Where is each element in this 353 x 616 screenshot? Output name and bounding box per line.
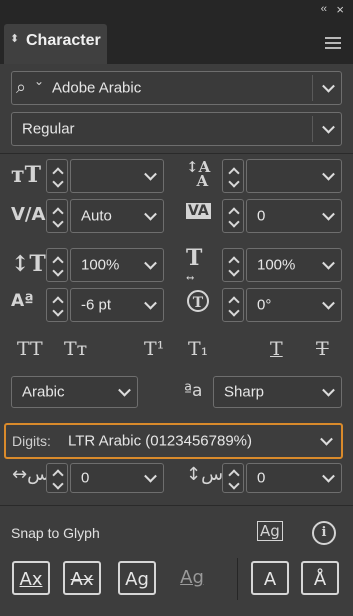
superscript-icon[interactable]: T¹ [144,338,164,360]
search-icon: ⌕ [16,77,27,98]
close-panel-icon[interactable]: × [336,2,344,17]
digits-dropdown[interactable]: LTR Arabic (0123456789%) [60,426,339,456]
antialiasing-icon: ªa [184,381,203,401]
diacritic-x-value: 0 [81,469,90,487]
search-options-chevron-icon[interactable]: ⌄ [34,74,44,88]
panel-menu-icon[interactable] [325,37,341,52]
chevron-down-icon [322,79,335,93]
chevron-down-icon [320,432,333,446]
chevron-down-icon [322,167,335,181]
chevron-down-icon [322,207,335,221]
diacritic-x-position-icon: ↔س [12,464,50,485]
baseline-shift-icon: Aª [11,291,34,311]
collapse-panel-icon[interactable]: ‹‹ [321,3,327,15]
font-size-field[interactable] [70,159,164,193]
tracking-stepper[interactable] [222,199,244,233]
tracking-field[interactable]: 0 [246,199,342,233]
chevron-down-icon [322,120,335,134]
snap-glyph-bounds-button[interactable]: Ag [118,561,156,595]
leading-field[interactable] [246,159,342,193]
snap-to-glyph-label: Snap to Glyph [11,525,100,541]
font-family-dropdown[interactable]: ⌕ ⌄ Adobe Arabic [11,71,342,105]
character-rotation-icon: T [187,290,209,312]
chevron-down-icon [322,469,335,483]
diacritic-x-field[interactable]: 0 [70,463,164,493]
underline-icon[interactable]: T [270,338,283,360]
diacritic-y-field[interactable]: 0 [246,463,342,493]
digits-label: Digits: [12,433,51,449]
chevron-down-icon [144,296,157,310]
strikethrough-icon[interactable]: T [316,338,329,360]
snap-baseline-button[interactable]: Ax [12,561,50,595]
baseline-shift-field[interactable]: -6 pt [70,288,164,322]
subscript-icon[interactable]: T₁ [188,338,208,360]
vertical-scale-icon: ↕T [11,251,46,277]
tab-expand-icon[interactable]: ⬍ [10,32,19,45]
tracking-value: 0 [257,207,266,225]
leading-icon: ↕A A [186,158,211,190]
chevron-down-icon [144,207,157,221]
font-family-value: Adobe Arabic [52,79,142,97]
diacritic-x-stepper[interactable] [46,463,68,493]
tracking-icon: VA [186,203,211,219]
horizontal-scale-value: 100% [257,256,296,274]
chevron-down-icon [322,296,335,310]
kerning-stepper[interactable] [46,199,68,233]
chevron-down-icon [144,256,157,270]
small-caps-icon[interactable]: Tᴛ [64,338,87,360]
diacritic-y-position-icon: ↕س [186,464,224,485]
chevron-down-icon [118,383,131,397]
font-style-dropdown[interactable]: Regular [11,112,342,146]
vertical-scale-stepper[interactable] [46,248,68,282]
panel-topbar [0,0,353,22]
rotation-value: 0° [257,296,272,314]
kerning-icon: V/A [11,204,46,225]
horizontal-scale-field[interactable]: 100% [246,248,342,282]
chevron-down-icon [144,469,157,483]
rotation-stepper[interactable] [222,288,244,322]
baseline-shift-value: -6 pt [81,296,112,314]
diacritic-y-value: 0 [257,469,266,487]
vertical-scale-field[interactable]: 100% [70,248,164,282]
leading-stepper[interactable] [222,159,244,193]
font-size-icon: ᴛT [11,162,42,188]
chevron-down-icon [144,167,157,181]
panel-title: Character [26,32,101,49]
chevron-down-icon [322,383,335,397]
language-value: Arabic [22,383,65,401]
language-dropdown[interactable]: Arabic [11,376,138,408]
baseline-shift-stepper[interactable] [46,288,68,322]
snap-proximity-guides-button[interactable]: Ag [173,561,211,595]
divider [237,558,238,600]
horizontal-scale-icon: T ↔ [186,245,203,284]
antialiasing-value: Sharp [224,383,265,401]
rotation-field[interactable]: 0° [246,288,342,322]
kerning-value: Auto [81,207,112,225]
kerning-field[interactable]: Auto [70,199,164,233]
divider [0,505,353,506]
info-icon[interactable]: i [312,521,336,545]
horizontal-scale-stepper[interactable] [222,248,244,282]
vertical-scale-value: 100% [81,256,120,274]
divider [0,153,353,154]
chevron-down-icon [322,256,335,270]
font-size-stepper[interactable] [46,159,68,193]
diacritic-y-stepper[interactable] [222,463,244,493]
digits-value: LTR Arabic (0123456789%) [68,432,252,450]
antialiasing-dropdown[interactable]: Sharp [213,376,342,408]
font-style-value: Regular [22,120,75,138]
snap-anchor-point-button[interactable]: Å [301,561,339,595]
all-caps-icon[interactable]: TT [17,338,43,360]
snap-angular-guides-button[interactable]: A [251,561,289,595]
glyph-snap-options-icon[interactable]: Ag [257,521,283,541]
snap-x-height-button[interactable]: Ax [63,561,101,595]
